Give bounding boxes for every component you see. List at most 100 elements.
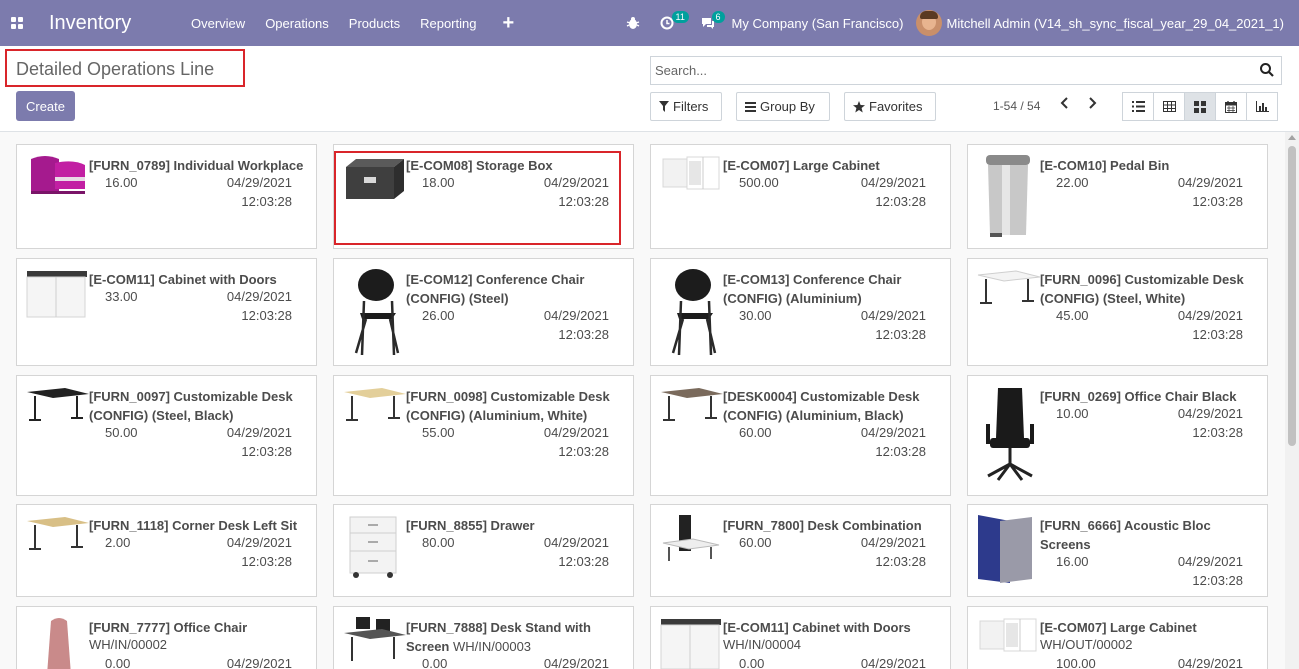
card-date: 04/29/2021 — [860, 175, 926, 190]
scroll-up-arrow-icon[interactable] — [1288, 135, 1296, 140]
card-time: 12:03:28 — [1192, 425, 1243, 440]
star-icon — [853, 100, 865, 113]
desk-wood-image — [342, 384, 406, 427]
card-title: [FURN_0269] Office Chair Black — [1040, 389, 1237, 404]
card-title: [FURN_0098] Customizable Desk (CONFIG) (… — [406, 389, 610, 423]
kanban-card[interactable]: [FURN_6666] Acoustic Bloc Screens 16.00 … — [967, 504, 1268, 597]
calendar-view-icon[interactable] — [1215, 92, 1247, 121]
card-time: 12:03:28 — [875, 327, 926, 342]
card-quantity: 60.00 — [739, 425, 772, 440]
menu-reporting[interactable]: Reporting — [410, 0, 486, 46]
kanban-card[interactable]: [FURN_8855] Drawer 80.00 04/29/2021 12:0… — [333, 504, 634, 597]
desk-dark-image — [659, 384, 723, 427]
favorites-button[interactable]: Favorites — [844, 92, 936, 121]
card-date: 04/29/2021 — [1177, 554, 1243, 569]
card-time: 12:03:28 — [875, 194, 926, 209]
messages-chat-icon[interactable]: 6 — [690, 0, 726, 46]
kanban-view-icon[interactable] — [1184, 92, 1216, 121]
card-date: 04/29/2021 — [226, 175, 292, 190]
scrollbar[interactable] — [1285, 132, 1299, 669]
kanban-card[interactable]: [FURN_1118] Corner Desk Left Sit 2.00 04… — [16, 504, 317, 597]
user-avatar[interactable] — [915, 10, 942, 36]
card-reference: WH/IN/00003 — [453, 639, 532, 654]
activity-clock-icon[interactable]: 11 — [650, 0, 689, 46]
card-reference: WH/OUT/00002 — [1040, 637, 1133, 652]
graph-view-icon[interactable] — [1246, 92, 1278, 121]
card-time: 12:03:28 — [1192, 573, 1243, 588]
cabinet-image — [659, 153, 723, 196]
cabinet-doors-image — [659, 615, 723, 669]
desk-black-image — [25, 384, 89, 427]
card-highlight-box — [334, 151, 621, 245]
card-title: [FURN_7777] Office Chair — [89, 620, 248, 635]
pager-previous-icon[interactable] — [1057, 96, 1073, 114]
kanban-card[interactable]: [FURN_0097] Customizable Desk (CONFIG) (… — [16, 375, 317, 496]
card-quantity: 26.00 — [422, 308, 455, 323]
office-chair-image — [976, 384, 1040, 487]
kanban-card[interactable]: [E-COM07] Large Cabinet 500.00 04/29/202… — [650, 144, 951, 249]
kanban-card[interactable]: [E-COM10] Pedal Bin 22.00 04/29/2021 12:… — [967, 144, 1268, 249]
debug-bug-icon[interactable] — [616, 0, 650, 46]
card-title: [E-COM07] Large Cabinet — [723, 158, 880, 173]
scroll-thumb[interactable] — [1288, 146, 1296, 446]
desk-white-image — [976, 267, 1041, 310]
card-reference: WH/IN/00004 — [723, 637, 802, 652]
kanban-card[interactable]: [FURN_0269] Office Chair Black 10.00 04/… — [967, 375, 1268, 496]
card-quantity: 22.00 — [1056, 175, 1089, 190]
kanban-card[interactable]: [FURN_7777] Office Chair WH/IN/00002 0.0… — [16, 606, 317, 669]
group-by-button[interactable]: Group By — [736, 92, 830, 121]
kanban-card[interactable]: [E-COM07] Large Cabinet WH/OUT/00002 100… — [967, 606, 1268, 669]
pager-next-icon[interactable] — [1084, 96, 1100, 114]
add-menu-icon[interactable]: + — [490, 0, 526, 46]
desk-stand-image — [342, 615, 406, 666]
company-switcher[interactable]: My Company (San Francisco) — [726, 16, 916, 31]
app-title[interactable]: Inventory — [49, 12, 181, 35]
cabinet-image — [976, 615, 1040, 658]
kanban-card[interactable]: [E-COM11] Cabinet with Doors 33.00 04/29… — [16, 258, 317, 366]
kanban-card[interactable]: [E-COM13] Conference Chair (CONFIG) (Alu… — [650, 258, 951, 366]
favorites-label: Favorites — [869, 99, 923, 114]
list-lines-icon — [745, 101, 756, 112]
kanban-card[interactable]: [FURN_0096] Customizable Desk (CONFIG) (… — [967, 258, 1268, 366]
chair-image — [659, 267, 723, 362]
card-quantity: 0.00 — [422, 656, 448, 669]
card-date: 04/29/2021 — [860, 656, 926, 669]
apps-menu-icon[interactable] — [1, 0, 33, 46]
office-chair-pink-image — [25, 615, 89, 669]
kanban-card[interactable]: [FURN_7888] Desk Stand with Screen WH/IN… — [333, 606, 634, 669]
cabinet-doors-image — [25, 267, 89, 322]
card-title: [E-COM12] Conference Chair (CONFIG) (Ste… — [406, 272, 585, 306]
list-view-icon[interactable] — [1122, 92, 1154, 121]
page-title: Detailed Operations Line — [16, 59, 215, 79]
card-date: 04/29/2021 — [543, 308, 609, 323]
kanban-card[interactable]: [FURN_0789] Individual Workplace 16.00 0… — [16, 144, 317, 249]
kanban-card[interactable]: [E-COM11] Cabinet with Doors WH/IN/00004… — [650, 606, 951, 669]
card-date: 04/29/2021 — [226, 289, 292, 304]
kanban-card[interactable]: [DESK0004] Customizable Desk (CONFIG) (A… — [650, 375, 951, 496]
menu-products[interactable]: Products — [339, 0, 410, 46]
card-time: 12:03:28 — [558, 554, 609, 569]
card-title: [FURN_7888] Desk Stand with Screen WH/IN… — [406, 618, 628, 656]
card-quantity: 16.00 — [105, 175, 138, 190]
card-time: 12:03:28 — [1192, 327, 1243, 342]
filters-button[interactable]: Filters — [650, 92, 722, 121]
card-quantity: 0.00 — [739, 656, 765, 669]
kanban-card[interactable]: [E-COM12] Conference Chair (CONFIG) (Ste… — [333, 258, 634, 366]
pivot-view-icon[interactable] — [1153, 92, 1185, 121]
kanban-card[interactable]: [FURN_0098] Customizable Desk (CONFIG) (… — [333, 375, 634, 496]
user-menu[interactable]: Mitchell Admin (V14_sh_sync_fiscal_year_… — [947, 16, 1299, 31]
card-time: 12:03:28 — [1192, 194, 1243, 209]
pager-value[interactable]: 1-54 / 54 — [993, 99, 1040, 113]
card-time: 12:03:28 — [875, 554, 926, 569]
card-quantity: 0.00 — [105, 656, 131, 669]
create-button[interactable]: Create — [16, 91, 75, 121]
menu-overview[interactable]: Overview — [181, 0, 255, 46]
search-icon[interactable] — [1259, 62, 1277, 80]
menu-operations[interactable]: Operations — [255, 0, 339, 46]
card-date: 04/29/2021 — [860, 425, 926, 440]
card-time: 12:03:28 — [241, 444, 292, 459]
card-date: 04/29/2021 — [1177, 308, 1243, 323]
search-input[interactable] — [651, 57, 1251, 84]
card-title: [E-COM11] Cabinet with Doors — [89, 272, 277, 287]
kanban-card[interactable]: [FURN_7800] Desk Combination 60.00 04/29… — [650, 504, 951, 597]
